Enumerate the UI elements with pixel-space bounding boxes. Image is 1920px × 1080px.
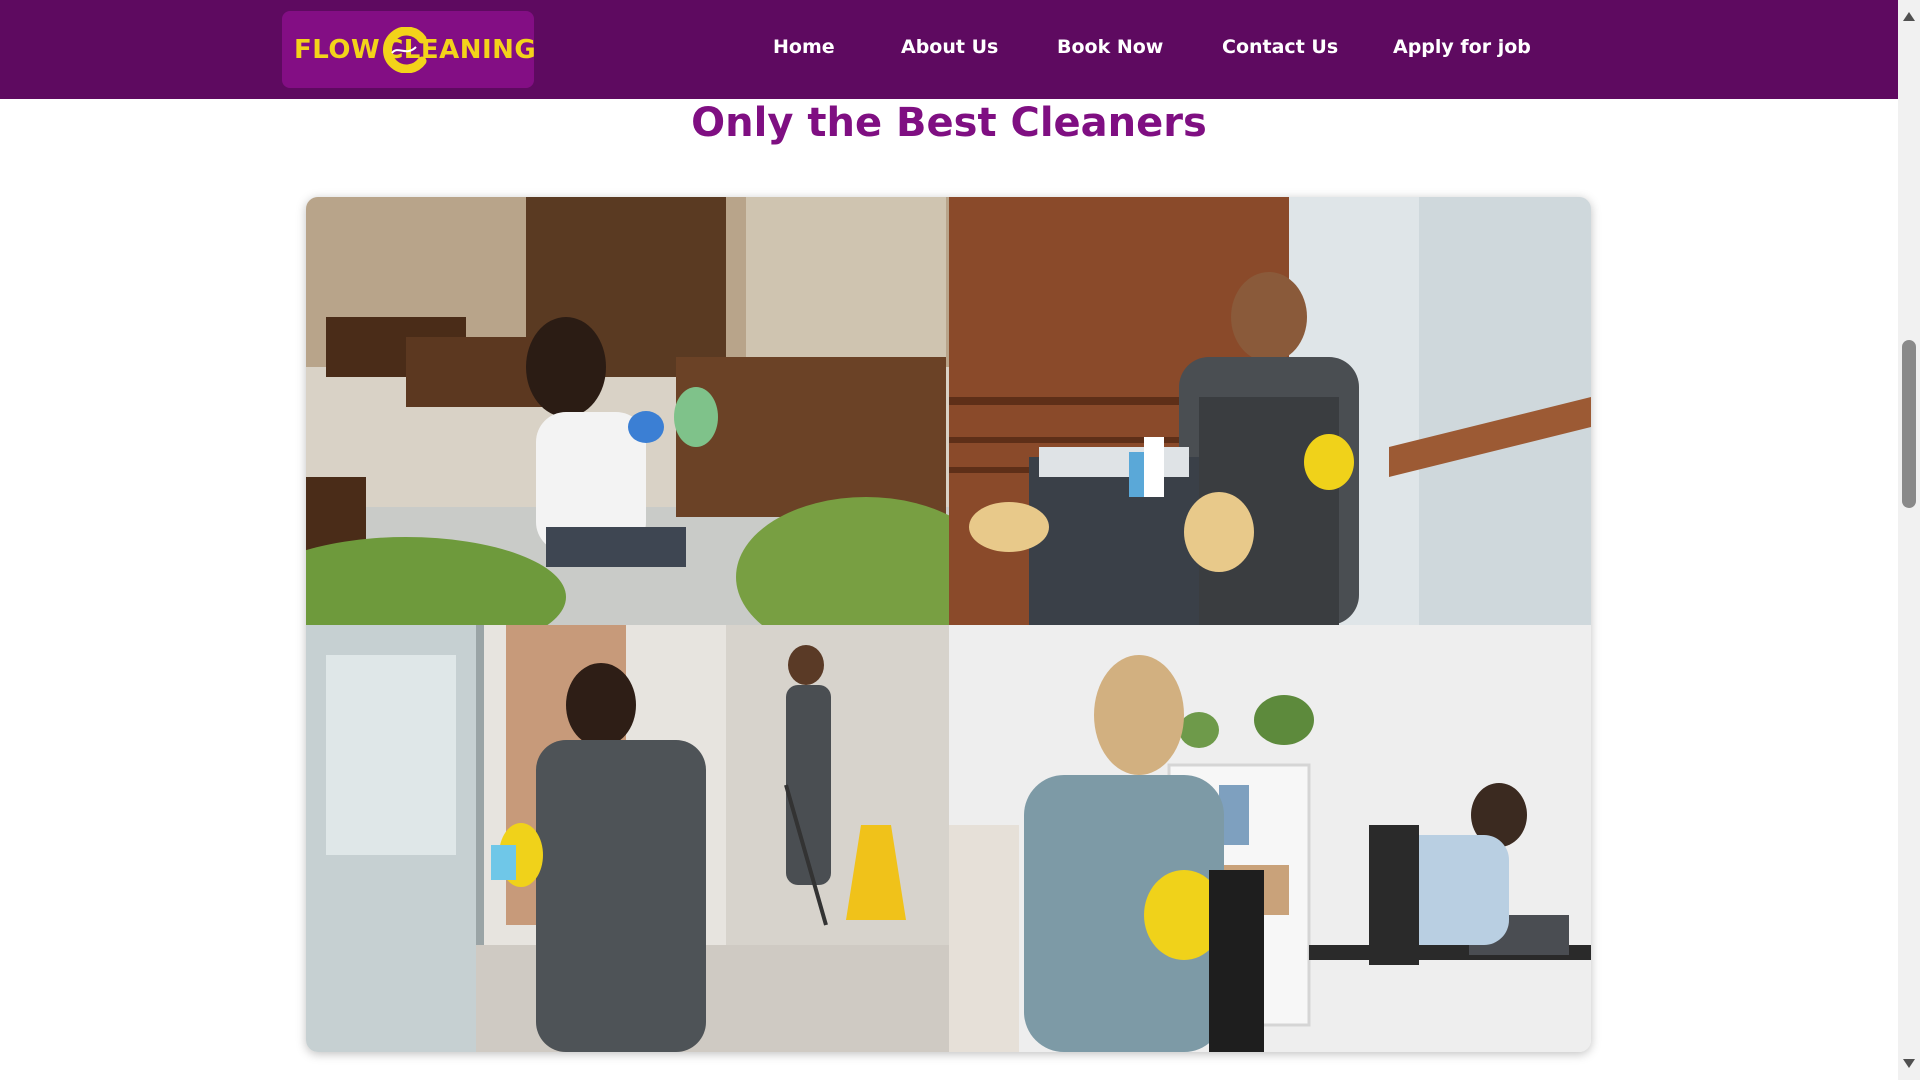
logo-link[interactable]: FLOW CLEANING bbox=[282, 11, 536, 88]
nav-home[interactable]: Home bbox=[773, 36, 835, 58]
nav-apply-for-job[interactable]: Apply for job bbox=[1393, 36, 1531, 58]
gallery-photo-glass-cleaner bbox=[306, 625, 949, 1052]
nav-book-now[interactable]: Book Now bbox=[1057, 36, 1163, 58]
scroll-down-icon[interactable] bbox=[1903, 1059, 1915, 1068]
gallery-photo-restaurant-cleaner bbox=[306, 197, 949, 625]
page: FLOW CLEANING Home About Us Book Now Con… bbox=[0, 0, 1898, 1080]
gallery-photo-office-cleaner bbox=[949, 625, 1591, 1052]
site-header: FLOW CLEANING Home About Us Book Now Con… bbox=[0, 0, 1898, 99]
nav-about-us[interactable]: About Us bbox=[901, 36, 998, 58]
cleaners-gallery bbox=[306, 197, 1591, 1052]
nav-contact-us[interactable]: Contact Us bbox=[1222, 36, 1338, 58]
scroll-thumb[interactable] bbox=[1902, 340, 1916, 508]
page-scrollbar[interactable] bbox=[1898, 0, 1920, 1080]
logo-text-flow: FLOW bbox=[294, 34, 381, 65]
gallery-photo-cart-cleaner bbox=[949, 197, 1591, 625]
section-title: Only the Best Cleaners bbox=[691, 100, 1207, 146]
scroll-up-icon[interactable] bbox=[1903, 12, 1915, 21]
